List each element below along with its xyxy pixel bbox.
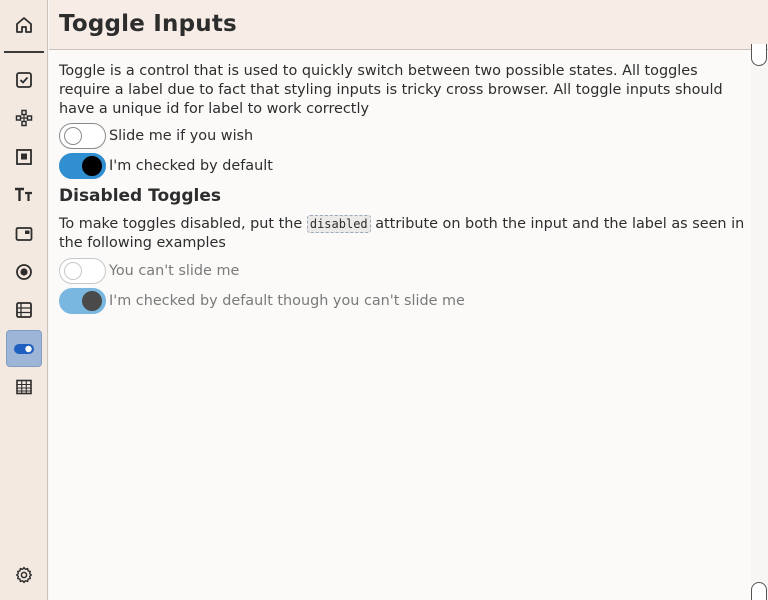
toggle-slide-me[interactable] <box>59 123 106 149</box>
toggle-checked-default[interactable] <box>59 153 106 179</box>
toggle-row: Slide me if you wish <box>59 123 253 149</box>
toggle-knob <box>82 291 102 311</box>
toggle-disabled-checked <box>59 288 106 314</box>
toggle-knob <box>82 156 102 176</box>
toggle-row: I'm checked by default though you can't … <box>59 288 465 314</box>
diagram-icon[interactable] <box>6 100 42 136</box>
home-icon[interactable] <box>6 7 42 43</box>
main-content: Toggle is a control that is used to quic… <box>49 50 751 600</box>
radio-icon[interactable] <box>6 254 42 290</box>
scrollbar-bottom-cap[interactable] <box>751 582 767 600</box>
typography-icon[interactable] <box>6 177 42 213</box>
scrollbar[interactable] <box>751 50 768 600</box>
toggle-row: You can't slide me <box>59 258 239 284</box>
page-title: Toggle Inputs <box>59 11 237 37</box>
list-icon[interactable] <box>6 292 42 328</box>
toggle-icon[interactable] <box>6 330 42 367</box>
toggle-row: I'm checked by default <box>59 153 273 179</box>
page-header: Toggle Inputs <box>49 0 768 50</box>
toggle-label: I'm checked by default though you can't … <box>109 292 465 309</box>
toggle-knob <box>64 127 82 145</box>
sidebar <box>0 0 48 600</box>
table-icon[interactable] <box>6 369 42 405</box>
square-frame-icon[interactable] <box>6 139 42 175</box>
toggle-disabled <box>59 258 106 284</box>
gear-icon[interactable] <box>6 557 42 593</box>
window-icon[interactable] <box>6 216 42 252</box>
checkbox-icon[interactable] <box>6 62 42 98</box>
toggle-label[interactable]: I'm checked by default <box>109 157 273 176</box>
disabled-description: To make toggles disabled, put the disabl… <box>59 215 749 253</box>
desc-text-before: To make toggles disabled, put the <box>59 216 307 232</box>
disabled-code: disabled <box>306 215 371 233</box>
scrollbar-top-cap[interactable] <box>751 44 767 66</box>
sidebar-divider <box>4 51 44 53</box>
disabled-toggles-heading: Disabled Toggles <box>59 186 221 206</box>
intro-text: Toggle is a control that is used to quic… <box>59 63 723 117</box>
toggle-knob <box>64 262 82 280</box>
toggle-label: You can't slide me <box>109 262 240 279</box>
toggle-label[interactable]: Slide me if you wish <box>109 127 253 146</box>
